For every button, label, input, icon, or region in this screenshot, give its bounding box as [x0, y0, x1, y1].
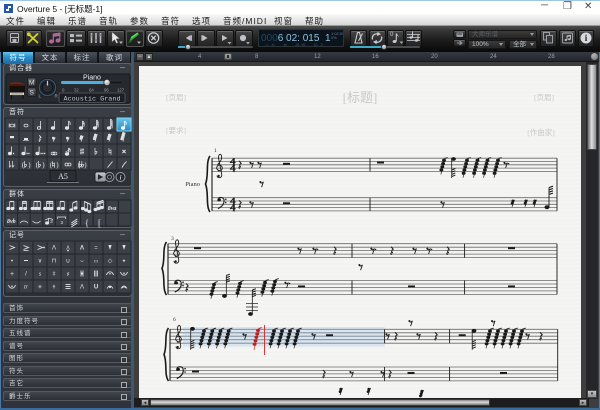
svg-text:Acoustic Grand: Acoustic Grand [63, 95, 120, 103]
svg-text:[标题]: [标题] [343, 90, 378, 105]
svg-text:0: 0 [390, 32, 394, 38]
svg-text:Λ: Λ [80, 285, 84, 291]
svg-text:{: { [85, 218, 89, 228]
svg-text:U: U [94, 285, 98, 291]
svg-text:∪: ∪ [66, 259, 70, 265]
svg-text:✝: ✝ [52, 284, 56, 290]
svg-text:✦: ✦ [122, 258, 126, 264]
svg-text:tr: tr [24, 285, 29, 291]
svg-text:[作曲家]: [作曲家] [527, 127, 555, 137]
svg-text:32: 32 [74, 88, 79, 93]
svg-text:+: + [10, 271, 14, 278]
svg-text:64: 64 [89, 88, 94, 93]
svg-text:Piano: Piano [83, 75, 101, 82]
svg-text:A5: A5 [58, 172, 68, 181]
svg-text:M: M [29, 80, 34, 87]
svg-text:⊓: ⊓ [52, 259, 57, 265]
svg-text:127: 127 [117, 88, 125, 93]
svg-text:[要求]: [要求] [166, 125, 186, 135]
svg-text:✳: ✳ [38, 284, 42, 290]
svg-text:8vb: 8vb [7, 219, 16, 225]
svg-text:Piano: Piano [185, 181, 200, 188]
svg-text:3: 3 [171, 236, 174, 242]
svg-text:6: 6 [173, 317, 176, 323]
svg-text:[: [ [98, 218, 101, 228]
svg-text:Λ: Λ [52, 246, 56, 252]
svg-text:Λ: Λ [80, 246, 84, 252]
svg-text:1: 1 [214, 148, 217, 154]
svg-text:▭: ▭ [94, 258, 99, 264]
svg-text:#: # [53, 271, 56, 277]
svg-text:=: = [94, 246, 98, 252]
svg-text:[页眉]: [页眉] [534, 93, 554, 102]
svg-text:S: S [30, 90, 35, 97]
svg-text:8va: 8va [108, 206, 117, 212]
svg-text:[页眉]: [页眉] [166, 93, 186, 102]
svg-text:96: 96 [104, 88, 109, 93]
svg-text:⌣: ⌣ [80, 259, 84, 265]
svg-text:∨: ∨ [38, 259, 42, 265]
svg-text:◇: ◇ [108, 259, 113, 265]
svg-text:i: i [120, 175, 122, 182]
